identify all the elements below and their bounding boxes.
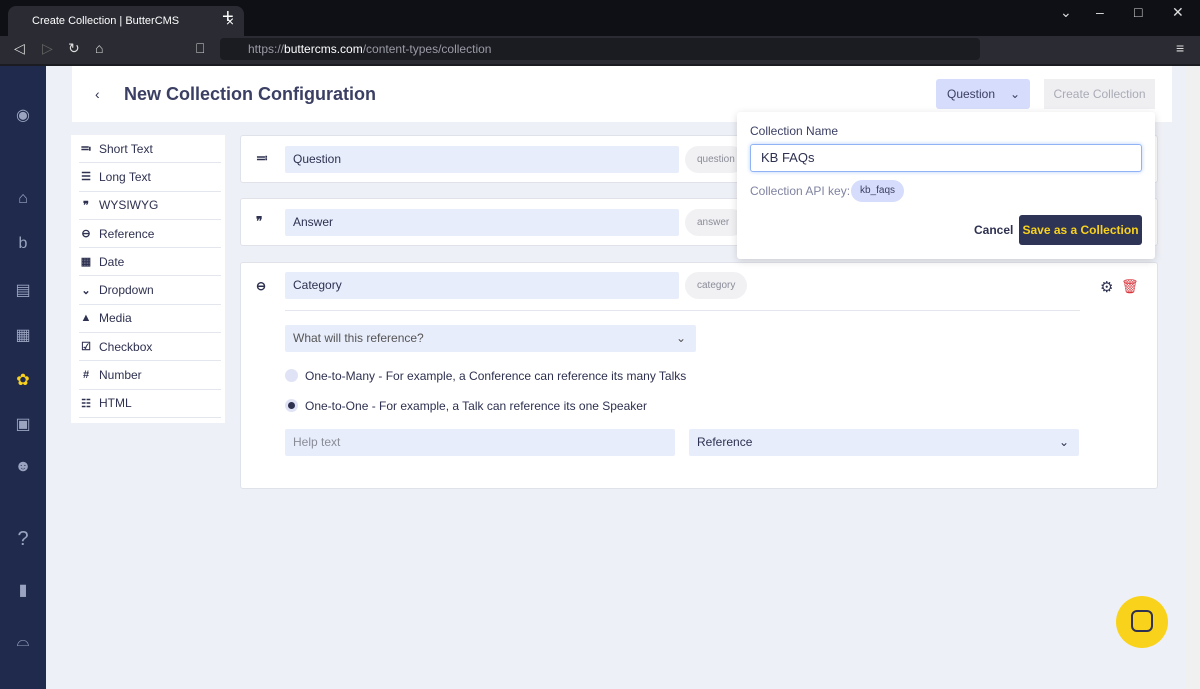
window-min-icon[interactable]: – [1096, 4, 1104, 20]
collection-name-input[interactable]: KB FAQs [750, 144, 1142, 172]
forward-icon[interactable]: ▷ [42, 40, 53, 57]
create-collection-popup: Collection Name KB FAQs Collection API k… [737, 112, 1155, 259]
help-text-input[interactable]: Help text [285, 429, 675, 456]
field-key-pill: answer [685, 209, 745, 236]
content-types-nav-icon[interactable]: ✿ [13, 370, 33, 390]
field-name-input[interactable]: Question [285, 146, 679, 173]
field-type-label: Long Text [99, 169, 151, 184]
collection-name-label: Collection Name [750, 124, 839, 138]
field-type-icon: ≕ [80, 143, 92, 156]
create-collection-button[interactable]: Create Collection [1044, 79, 1155, 109]
field-name-input[interactable]: Answer [285, 209, 679, 236]
save-collection-button[interactable]: Save as a Collection [1019, 215, 1142, 245]
field-type-icon: ⌄ [81, 284, 91, 297]
blog-nav-icon[interactable]: b [13, 235, 33, 255]
field-type-label: HTML [99, 396, 132, 411]
field-type-icon: ❞ [256, 214, 263, 228]
field-type-item[interactable]: # Number [79, 361, 221, 390]
field-type-icon: ❞ [83, 199, 89, 212]
cancel-button[interactable]: Cancel [974, 223, 1013, 237]
menu-icon[interactable]: ≡ [1176, 40, 1184, 56]
field-type-icon: ⊖ [81, 228, 91, 241]
field-type-label: Media [99, 311, 132, 326]
field-name-input[interactable]: Category [285, 272, 679, 299]
reference-select[interactable]: What will this reference? ⌄ [285, 325, 696, 352]
docs-icon[interactable]: ▮ [13, 580, 33, 600]
back-chevron-icon[interactable]: ‹ [95, 86, 100, 102]
field-type-icon: ☰ [81, 171, 91, 184]
field-key-pill: category [685, 272, 748, 299]
pages-nav-icon[interactable]: ▤ [13, 280, 33, 300]
home-icon[interactable]: ⌂ [95, 40, 103, 56]
reference-type-select[interactable]: Reference ⌄ [689, 429, 1079, 456]
field-type-icon: ▲ [80, 312, 92, 325]
page-title: New Collection Configuration [124, 84, 376, 104]
collections-nav-icon[interactable]: ▦ [13, 325, 33, 345]
field-type-item[interactable]: ⊖ Reference [79, 220, 221, 249]
users-nav-icon[interactable]: ☻ [13, 458, 33, 478]
field-type-item[interactable]: ▲ Media [79, 305, 221, 334]
logo-icon: ⌓ [16, 633, 30, 650]
field-types-panel: ≕ Short Text ☰ Long Text ❞ WYSIWYG ⊖ Reference ▦… [71, 135, 225, 423]
radio-label: One-to-One - For example, a Talk can ref… [305, 399, 647, 413]
media-nav-icon[interactable]: ▣ [13, 414, 33, 434]
bookmark-icon[interactable]: ⎕ [196, 40, 204, 57]
field-type-item[interactable]: ▦ Date [79, 248, 221, 277]
type-select[interactable]: Question ⌄ [936, 79, 1030, 109]
field-type-icon: ≕ [256, 151, 268, 165]
field-type-label: Reference [99, 226, 155, 241]
field-type-item[interactable]: ☰ Long Text [79, 163, 221, 192]
field-type-label: Number [99, 368, 142, 383]
trash-icon[interactable]: 🗑 [1121, 278, 1139, 295]
field-type-item[interactable]: ☑ Checkbox [79, 333, 221, 362]
divider [285, 310, 1080, 311]
gear-icon[interactable]: ⚙ [1100, 278, 1113, 296]
api-key-badge: kb_faqs [851, 180, 905, 202]
url-input[interactable]: https://buttercms.com/content-types/coll… [220, 38, 980, 60]
home-nav-icon[interactable]: ⌂ [13, 190, 33, 210]
field-type-icon: ☷ [81, 397, 91, 410]
tab-title: Create Collection | ButterCMS [32, 15, 180, 27]
field-type-label: WYSIWYG [99, 198, 159, 213]
radio-one-to-one[interactable] [285, 399, 298, 412]
chat-button[interactable] [1116, 596, 1168, 648]
field-type-label: Dropdown [99, 283, 154, 298]
field-type-label: Checkbox [99, 339, 153, 354]
field-type-icon: ☑ [81, 341, 91, 354]
field-type-item[interactable]: ⌄ Dropdown [79, 276, 221, 305]
api-key-label: Collection API key: [750, 184, 851, 198]
browser-tab[interactable]: Create Collection | ButterCMS × [8, 6, 244, 36]
maximize-icon[interactable]: □ [1134, 4, 1142, 20]
field-type-icon: ▦ [80, 256, 92, 269]
field-type-item[interactable]: ≕ Short Text [79, 135, 221, 164]
scrollbar[interactable] [1186, 66, 1200, 689]
chevron-down-icon: ⌄ [1009, 87, 1020, 101]
help-icon[interactable]: ? [13, 528, 33, 550]
field-type-label: Date [99, 254, 125, 269]
radio-label: One-to-Many - For example, a Conference … [305, 369, 687, 383]
reference-icon: ⊖ [256, 279, 267, 293]
field-key-pill: question [685, 146, 745, 173]
field-type-item[interactable]: ❞ WYSIWYG [79, 192, 221, 220]
back-icon[interactable]: ◁ [14, 40, 25, 57]
field-type-label: Short Text [99, 141, 153, 156]
close-window-icon[interactable]: ✕ [1172, 4, 1184, 21]
field-type-icon: # [82, 369, 90, 382]
reload-icon[interactable]: ↻ [68, 40, 80, 57]
minimize-icon[interactable]: ⌄ [1060, 4, 1072, 21]
field-type-item[interactable]: ☷ HTML [79, 390, 221, 418]
radio-one-to-many[interactable] [285, 369, 298, 382]
avatar[interactable]: ◉ [13, 105, 33, 125]
new-tab-icon[interactable]: + [222, 6, 234, 29]
